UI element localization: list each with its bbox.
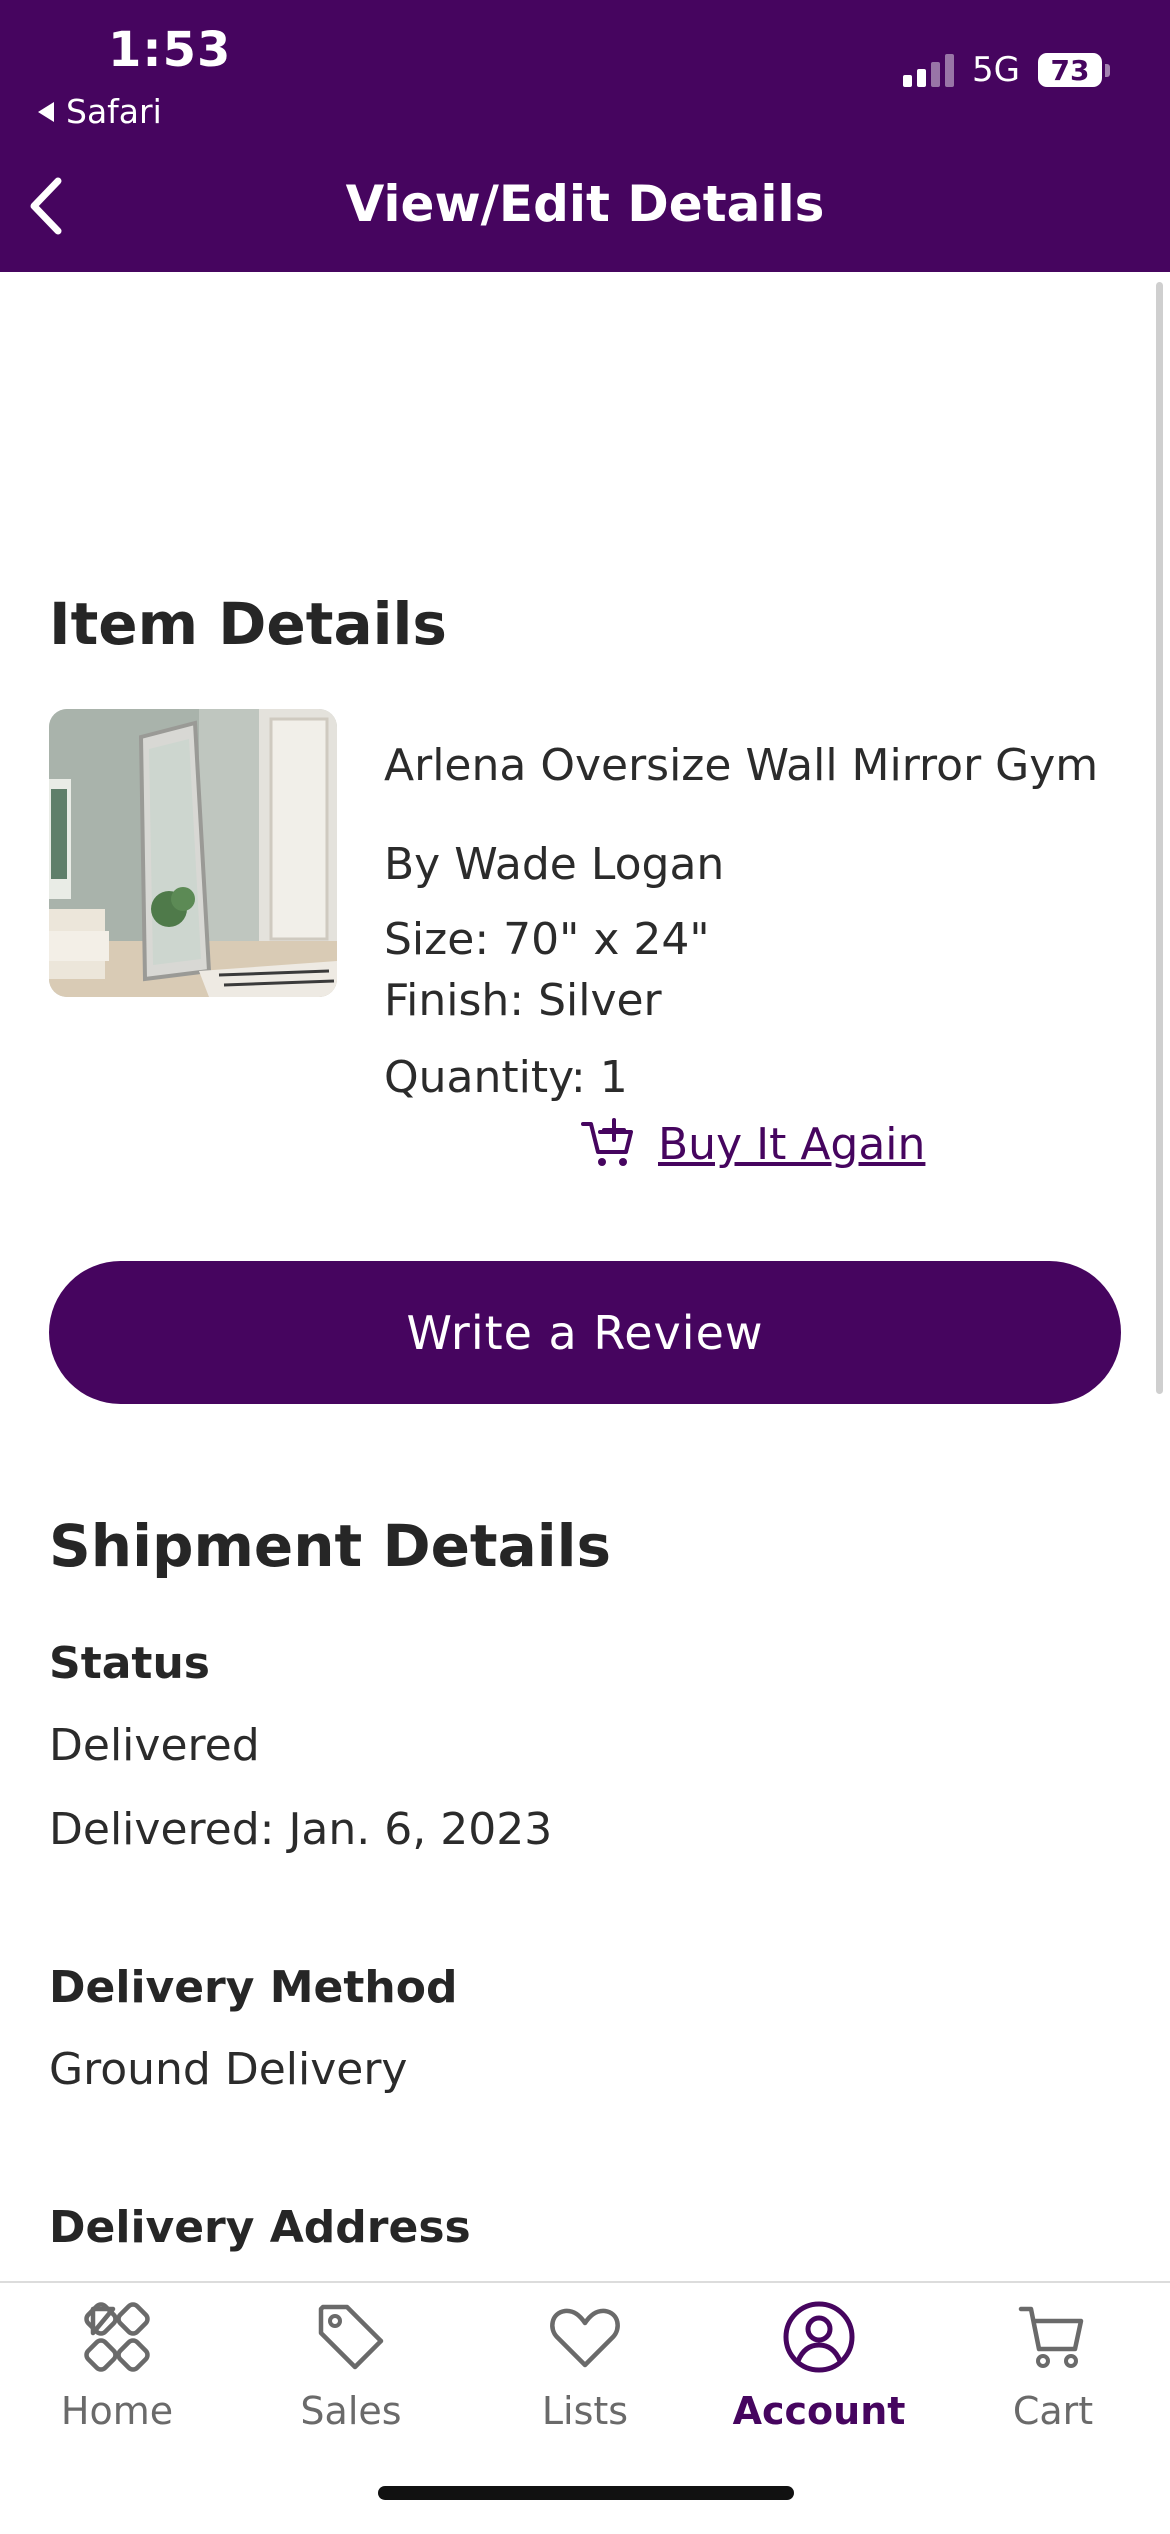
tab-lists-label: Lists (541, 2389, 629, 2433)
tab-home-label: Home (60, 2389, 174, 2433)
tab-sales-label: Sales (300, 2389, 402, 2433)
tab-cart[interactable]: Cart (936, 2299, 1170, 2433)
tab-home[interactable]: Home (0, 2299, 234, 2433)
buy-it-again-link[interactable]: Buy It Again (580, 1118, 925, 1170)
delivery-address-label: Delivery Address (49, 2202, 471, 2253)
back-to-safari[interactable]: Safari (38, 92, 162, 131)
cart-icon (1018, 2306, 1084, 2368)
back-triangle-icon (38, 101, 54, 122)
tab-account[interactable]: Account (702, 2299, 936, 2433)
account-icon (783, 2301, 855, 2373)
home-indicator[interactable] (378, 2486, 794, 2500)
item-details-heading: Item Details (49, 590, 447, 658)
back-app-label: Safari (66, 92, 162, 131)
tag-icon (318, 2304, 384, 2370)
tab-lists[interactable]: Lists (468, 2299, 702, 2433)
battery-icon: 73 (1038, 53, 1110, 87)
network-type: 5G (972, 50, 1020, 90)
item-brand: By Wade Logan (384, 839, 725, 890)
add-to-cart-icon (581, 1118, 633, 1166)
item-image[interactable] (49, 709, 337, 997)
home-icon (84, 2302, 150, 2372)
item-info: Arlena Oversize Wall Mirror Gym By Wade … (384, 740, 1098, 1103)
write-review-button[interactable]: Write a Review (49, 1261, 1121, 1404)
heart-icon (550, 2308, 620, 2368)
scrollbar[interactable] (1156, 282, 1163, 1394)
app-header: 1:53 Safari 5G 73 View/Edit Details (0, 0, 1170, 272)
battery-level: 73 (1038, 53, 1102, 87)
item-name[interactable]: Arlena Oversize Wall Mirror Gym (384, 740, 1098, 791)
item-size: Size: 70" x 24" (384, 914, 710, 965)
status-value: Delivered (49, 1720, 260, 1771)
page-title: View/Edit Details (345, 175, 825, 233)
tab-sales[interactable]: Sales (234, 2299, 468, 2433)
buy-it-again-label: Buy It Again (658, 1118, 926, 1170)
delivery-method-label: Delivery Method (49, 1962, 458, 2013)
item-quantity: Quantity: 1 (384, 1052, 628, 1103)
item-finish: Finish: Silver (384, 975, 662, 1026)
tab-account-label: Account (732, 2389, 906, 2433)
shipment-details-heading: Shipment Details (49, 1512, 612, 1580)
signal-icon (903, 53, 955, 87)
status-indicators: 5G 73 (903, 50, 1110, 90)
status-label: Status (49, 1638, 210, 1689)
delivery-method-value: Ground Delivery (49, 2044, 408, 2095)
status-time: 1:53 (108, 22, 232, 78)
delivered-date: Delivered: Jan. 6, 2023 (49, 1804, 553, 1855)
tab-cart-label: Cart (1012, 2389, 1094, 2433)
